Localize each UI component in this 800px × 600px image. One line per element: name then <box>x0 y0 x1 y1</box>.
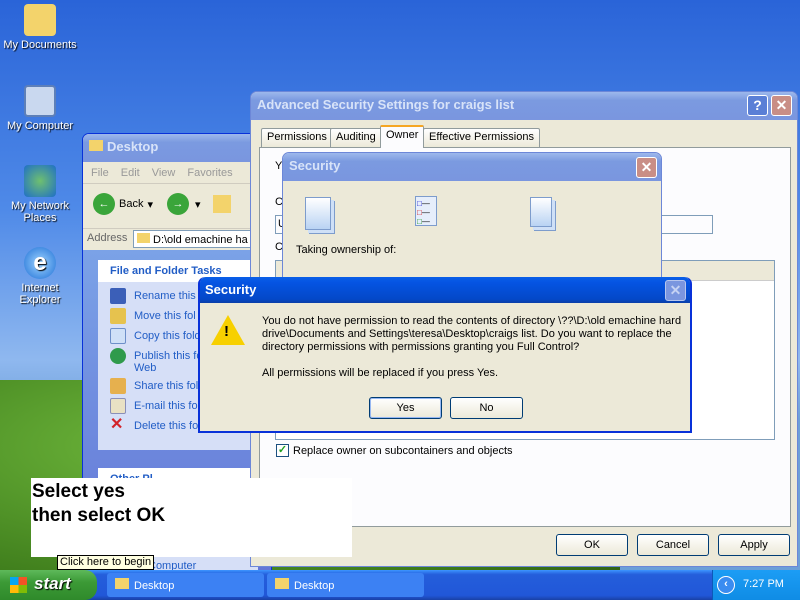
advanced-title-bar[interactable]: Advanced Security Settings for craigs li… <box>251 92 797 120</box>
documents-icon <box>305 197 331 230</box>
confirm-message: You do not have permission to read the c… <box>262 315 682 353</box>
yes-button[interactable]: Yes <box>369 397 442 419</box>
system-tray: ‹ 7:27 PM <box>712 570 800 600</box>
close-button-disabled: ✕ <box>665 280 686 301</box>
tab-effective-permissions[interactable]: Effective Permissions <box>423 128 540 147</box>
menu-edit[interactable]: Edit <box>121 167 140 179</box>
no-button[interactable]: No <box>450 397 523 419</box>
confirm-note: All permissions will be replaced if you … <box>262 367 499 379</box>
forward-arrow-icon[interactable]: → <box>167 193 189 215</box>
tab-permissions[interactable]: Permissions <box>261 128 333 147</box>
ok-button[interactable]: OK <box>556 534 628 556</box>
help-button[interactable]: ? <box>747 95 768 116</box>
network-icon <box>24 165 56 197</box>
taskbar-button-desktop-2[interactable]: Desktop <box>267 573 424 597</box>
explorer-title-bar[interactable]: Desktop <box>83 134 271 162</box>
delete-x-icon: ✕ <box>110 416 124 433</box>
menu-bar: File Edit View Favorites <box>83 164 271 184</box>
clock[interactable]: 7:27 PM <box>743 578 784 590</box>
start-tooltip: Click here to begin <box>57 555 155 570</box>
taskbar-button-desktop-1[interactable]: Desktop <box>107 573 264 597</box>
confirm-title-bar[interactable]: Security <box>200 277 690 303</box>
start-button[interactable]: start <box>0 570 97 600</box>
desktop-icon-network-places[interactable]: My Network Places <box>2 165 78 224</box>
folder-up-icon[interactable] <box>212 195 231 213</box>
tab-strip: Permissions Auditing Owner Effective Per… <box>259 125 540 148</box>
desktop-icon-my-computer[interactable]: My Computer <box>2 85 78 132</box>
tab-owner[interactable]: Owner <box>380 125 425 148</box>
close-button[interactable]: ✕ <box>636 157 657 178</box>
checklist-icon: □— □— □— <box>415 196 437 226</box>
share-icon <box>110 378 126 394</box>
publish-web-icon <box>110 348 126 364</box>
folder-icon <box>137 233 150 243</box>
instruction-annotation: Select yes then select OK <box>31 478 352 557</box>
warning-exclamation: ! <box>224 323 229 340</box>
folder-icon <box>89 140 103 151</box>
security-confirm-dialog: Security ✕ ! You do not have permission … <box>198 277 692 433</box>
annotation-line-2: then select OK <box>32 505 166 526</box>
folder-icon <box>115 578 129 589</box>
annotation-line-1: Select yes <box>32 481 125 502</box>
desktop-icon-my-documents[interactable]: My Documents <box>2 4 78 51</box>
show-hidden-icons-chevron-icon[interactable]: ‹ <box>717 576 735 594</box>
toolbar: ← Back ▾ → ▾ <box>93 189 231 219</box>
replace-owner-checkbox[interactable]: ✓ <box>276 444 289 457</box>
menu-file[interactable]: File <box>91 167 109 179</box>
menu-favorites[interactable]: Favorites <box>187 167 232 179</box>
folder-icon <box>275 578 289 589</box>
rename-icon <box>110 288 126 304</box>
replace-owner-checkbox-row[interactable]: ✓ Replace owner on subcontainers and obj… <box>276 444 513 457</box>
ownership-progress-dialog: Security ✕ □— □— □— Taking ownership of: <box>282 152 662 282</box>
menu-view[interactable]: View <box>152 167 176 179</box>
progress-text: Taking ownership of: <box>296 244 397 256</box>
copy-icon <box>110 328 126 344</box>
move-icon <box>110 308 126 324</box>
tab-auditing[interactable]: Auditing <box>330 128 382 147</box>
address-bar: Address D:\old emachine ha <box>83 228 271 249</box>
close-button[interactable]: ✕ <box>771 95 792 116</box>
computer-icon <box>24 85 56 117</box>
desktop-icon-internet-explorer[interactable]: e Internet Explorer <box>2 247 78 306</box>
back-arrow-icon: ← <box>93 193 115 215</box>
folder-icon <box>24 4 56 36</box>
progress-title-bar[interactable]: Security <box>283 153 661 181</box>
taskbar: start Desktop Desktop ‹ 7:27 PM <box>0 570 800 600</box>
ie-icon: e <box>24 247 56 279</box>
email-icon <box>110 398 126 414</box>
back-button[interactable]: ← Back ▾ <box>93 193 153 215</box>
apply-button[interactable]: Apply <box>718 534 790 556</box>
cancel-button[interactable]: Cancel <box>637 534 709 556</box>
address-input[interactable]: D:\old emachine ha <box>133 230 269 248</box>
windows-logo-icon <box>10 577 27 593</box>
document-icon <box>530 197 552 227</box>
